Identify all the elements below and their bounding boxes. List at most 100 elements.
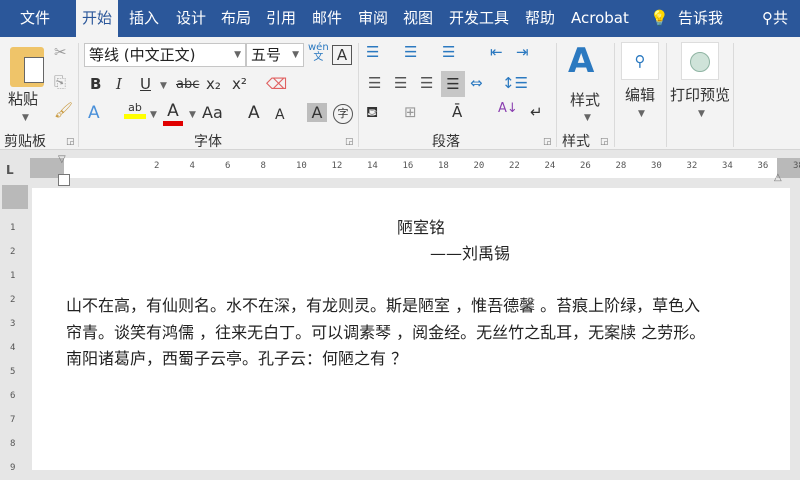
- vruler-tick-label: 7: [10, 415, 16, 425]
- show-marks-icon[interactable]: ↵: [530, 103, 543, 121]
- text-effects-button[interactable]: A: [88, 103, 100, 123]
- document-page[interactable]: 陋室铭 ——刘禹锡 山不在高，有仙则名。水不在深，有龙则灵。斯是陋室 ，惟吾德馨…: [32, 188, 790, 470]
- underline-button[interactable]: U: [140, 75, 151, 93]
- highlight-color-button[interactable]: ab: [124, 101, 146, 119]
- tab-references[interactable]: 引用: [260, 0, 302, 37]
- underline-dropdown[interactable]: ▼: [160, 81, 167, 91]
- left-indent-marker[interactable]: [58, 174, 70, 186]
- tab-view[interactable]: 视图: [397, 0, 439, 37]
- styles-icon[interactable]: A: [568, 41, 594, 81]
- document-title[interactable]: 陋室铭: [397, 214, 445, 238]
- font-color-button[interactable]: A: [163, 101, 183, 126]
- borders-icon[interactable]: ⊞: [404, 103, 417, 121]
- copy-icon[interactable]: ⎘: [54, 73, 66, 91]
- subscript-button[interactable]: x₂: [206, 75, 221, 93]
- ruler-tick-label: 6: [225, 161, 231, 171]
- tab-mailings[interactable]: 邮件: [306, 0, 348, 37]
- format-painter-icon[interactable]: 🖌: [54, 101, 73, 119]
- ruler-tick-label: 38: [793, 161, 800, 171]
- print-preview-icon[interactable]: [681, 42, 719, 80]
- document-author[interactable]: ——刘禹锡: [430, 240, 510, 264]
- find-icon[interactable]: ⚲: [621, 42, 659, 80]
- paste-icon[interactable]: [10, 47, 44, 87]
- first-line-indent-marker[interactable]: ▽: [58, 154, 66, 165]
- chevron-down-icon: ▼: [234, 50, 241, 60]
- paragraph-line[interactable]: 山不在高，有仙则名。水不在深，有龙则灵。斯是陋室 ，惟吾德馨 。苔痕上阶绿，草色…: [66, 292, 700, 316]
- numbering-icon[interactable]: ☰: [404, 43, 417, 61]
- tab-insert[interactable]: 插入: [123, 0, 165, 37]
- ruler-tick-label: 2: [154, 161, 160, 171]
- grow-font-button[interactable]: A: [248, 103, 260, 123]
- font-launcher-icon[interactable]: ◲: [345, 137, 354, 147]
- paragraph-group-label: 段落: [432, 134, 460, 150]
- editing-dropdown[interactable]: ▼: [638, 109, 645, 119]
- line-spacing-icon[interactable]: ↕☰: [502, 74, 528, 92]
- character-shading-button[interactable]: A: [307, 103, 327, 122]
- styles-dropdown[interactable]: ▼: [584, 113, 591, 123]
- tab-layout[interactable]: 布局: [215, 0, 257, 37]
- font-color-dropdown[interactable]: ▼: [189, 110, 196, 120]
- shrink-font-button[interactable]: A: [275, 107, 285, 123]
- justify-icon[interactable]: ☰: [441, 71, 465, 97]
- vruler-tick-label: 6: [10, 391, 16, 401]
- right-indent-marker[interactable]: △: [774, 172, 782, 183]
- styles-button[interactable]: 样式: [570, 89, 600, 110]
- tell-me[interactable]: 告诉我: [672, 0, 729, 37]
- change-case-button[interactable]: Aa: [202, 103, 223, 122]
- enclose-characters-button[interactable]: 字: [333, 104, 353, 124]
- align-center-icon[interactable]: ☰: [394, 74, 407, 92]
- paste-button[interactable]: 粘贴: [8, 88, 38, 109]
- vruler-tick-label: 2: [10, 247, 16, 257]
- highlight-dropdown[interactable]: ▼: [150, 110, 157, 120]
- tab-review[interactable]: 审阅: [352, 0, 394, 37]
- print-preview-button[interactable]: 打印预览: [670, 84, 730, 105]
- ruler-tick-label: 4: [189, 161, 195, 171]
- divider: [78, 43, 79, 147]
- paste-dropdown[interactable]: ▼: [22, 113, 29, 123]
- tab-design[interactable]: 设计: [170, 0, 212, 37]
- font-name-select[interactable]: 等线 (中文正文) ▼: [84, 43, 246, 67]
- character-border-icon[interactable]: A: [332, 45, 352, 65]
- paragraph-line[interactable]: 帘青。谈笑有鸿儒 ，往来无白丁。可以调素琴 ，阅金经。无丝竹之乱耳，无案牍 之劳…: [66, 319, 705, 343]
- tab-acrobat[interactable]: Acrobat: [565, 0, 635, 37]
- clipboard-launcher-icon[interactable]: ◲: [66, 137, 75, 147]
- decrease-indent-icon[interactable]: ⇤: [490, 43, 503, 61]
- horizontal-ruler[interactable]: 246810121416182022242628303234363840: [30, 158, 800, 178]
- tab-selector[interactable]: L: [6, 163, 14, 177]
- superscript-button[interactable]: x²: [232, 75, 247, 93]
- vertical-ruler[interactable]: 1 2 1 2 3 4 5 6 7 8 9: [0, 185, 30, 480]
- strikethrough-button[interactable]: abc: [176, 77, 199, 92]
- ruler-tick-label: 22: [509, 161, 520, 171]
- paragraph-line[interactable]: 南阳诸葛庐，西蜀子云亭。孔子云：何陋之有 ？: [66, 345, 407, 369]
- phonetic-guide-icon[interactable]: wén 文: [308, 43, 329, 63]
- align-left-icon[interactable]: ☰: [368, 74, 381, 92]
- ruler-tick-label: 26: [580, 161, 591, 171]
- clear-formatting-icon[interactable]: ⌫: [266, 75, 287, 93]
- distributed-icon[interactable]: ⇔: [470, 74, 483, 92]
- ruler-tick-label: 36: [757, 161, 769, 171]
- multilevel-list-icon[interactable]: ☰: [442, 43, 455, 61]
- font-size-select[interactable]: 五号 ▼: [246, 43, 304, 67]
- styles-launcher-icon[interactable]: ◲: [600, 137, 609, 147]
- asian-layout-icon[interactable]: Ā: [452, 103, 462, 121]
- vruler-tick-label: 1: [10, 271, 16, 281]
- sort-icon[interactable]: A↓: [498, 101, 518, 116]
- bold-button[interactable]: B: [90, 75, 101, 93]
- tab-home[interactable]: 开始: [76, 0, 119, 37]
- tab-developer[interactable]: 开发工具: [443, 0, 515, 37]
- tab-file[interactable]: 文件: [14, 0, 56, 37]
- editing-button[interactable]: 编辑: [625, 84, 655, 105]
- paragraph-launcher-icon[interactable]: ◲: [543, 137, 552, 147]
- cut-icon[interactable]: ✂: [54, 43, 67, 61]
- increase-indent-icon[interactable]: ⇥: [516, 43, 529, 61]
- align-right-icon[interactable]: ☰: [420, 74, 433, 92]
- tab-help[interactable]: 帮助: [519, 0, 561, 37]
- ruler-tick-label: 8: [260, 161, 266, 171]
- ribbon-tabs: 文件 开始 插入 设计 布局 引用 邮件 审阅 视图 开发工具 帮助 Acrob…: [0, 0, 800, 37]
- print-preview-dropdown[interactable]: ▼: [698, 109, 705, 119]
- italic-button[interactable]: I: [116, 75, 122, 93]
- bullets-icon[interactable]: ☰: [366, 43, 379, 61]
- share-button[interactable]: ⚲共: [756, 0, 794, 37]
- lightbulb-icon[interactable]: 💡: [644, 0, 675, 37]
- shading-icon[interactable]: ⛾: [366, 103, 378, 123]
